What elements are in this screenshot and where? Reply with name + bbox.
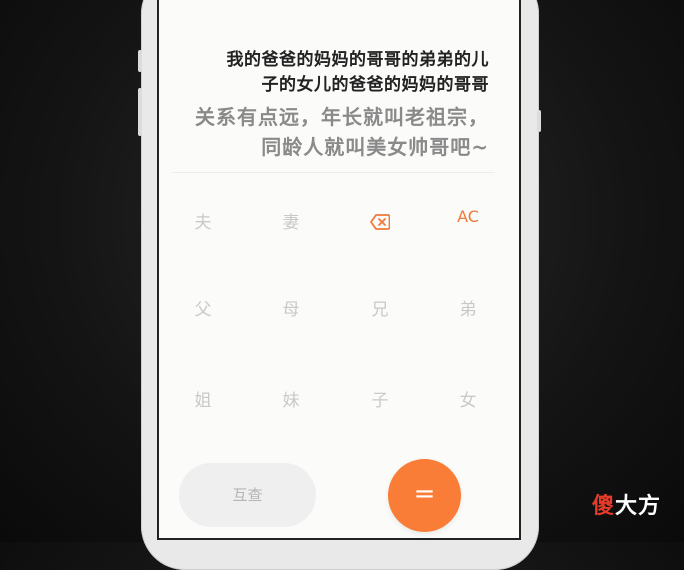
backspace-button[interactable] xyxy=(350,203,410,243)
watermark-first-char: 傻 xyxy=(592,493,616,519)
key-younger-brother[interactable]: 弟 xyxy=(438,290,498,330)
phone-power-button xyxy=(537,110,541,132)
mutual-lookup-button[interactable]: 互查 xyxy=(179,463,316,527)
key-daughter[interactable]: 女 xyxy=(438,381,498,421)
key-mother[interactable]: 母 xyxy=(261,290,321,330)
key-wife[interactable]: 妻 xyxy=(261,203,321,243)
phone-volume-up-button xyxy=(138,88,142,136)
backspace-icon xyxy=(370,214,390,230)
result-display: 关系有点远，年长就叫老祖宗， 同龄人就叫美女帅哥吧~ xyxy=(159,102,489,162)
clear-button[interactable]: AC xyxy=(438,197,498,237)
expression-line: 子的女儿的爸爸的妈妈的哥哥 xyxy=(261,75,489,95)
result-line: 关系有点远，年长就叫老祖宗， xyxy=(195,105,489,129)
key-older-sister[interactable]: 姐 xyxy=(173,381,233,421)
watermark-rest: 大方 xyxy=(615,493,662,519)
key-younger-sister[interactable]: 妹 xyxy=(261,381,321,421)
equals-button[interactable]: = xyxy=(388,459,461,532)
key-older-brother[interactable]: 兄 xyxy=(350,290,410,330)
result-line: 同龄人就叫美女帅哥吧~ xyxy=(261,135,489,159)
watermark-logo: 傻大方 xyxy=(592,488,682,522)
display-divider xyxy=(173,172,495,173)
expression-display: 我的爸爸的妈妈的哥哥的弟弟的儿 子的女儿的爸爸的妈妈的哥哥 xyxy=(169,48,489,98)
key-husband[interactable]: 夫 xyxy=(173,203,233,243)
key-father[interactable]: 父 xyxy=(173,290,233,330)
app-screen: 我的爸爸的妈妈的哥哥的弟弟的儿 子的女儿的爸爸的妈妈的哥哥 关系有点远，年长就叫… xyxy=(157,0,521,540)
expression-line: 我的爸爸的妈妈的哥哥的弟弟的儿 xyxy=(226,50,489,70)
key-son[interactable]: 子 xyxy=(350,381,410,421)
phone-side-button xyxy=(138,50,142,72)
